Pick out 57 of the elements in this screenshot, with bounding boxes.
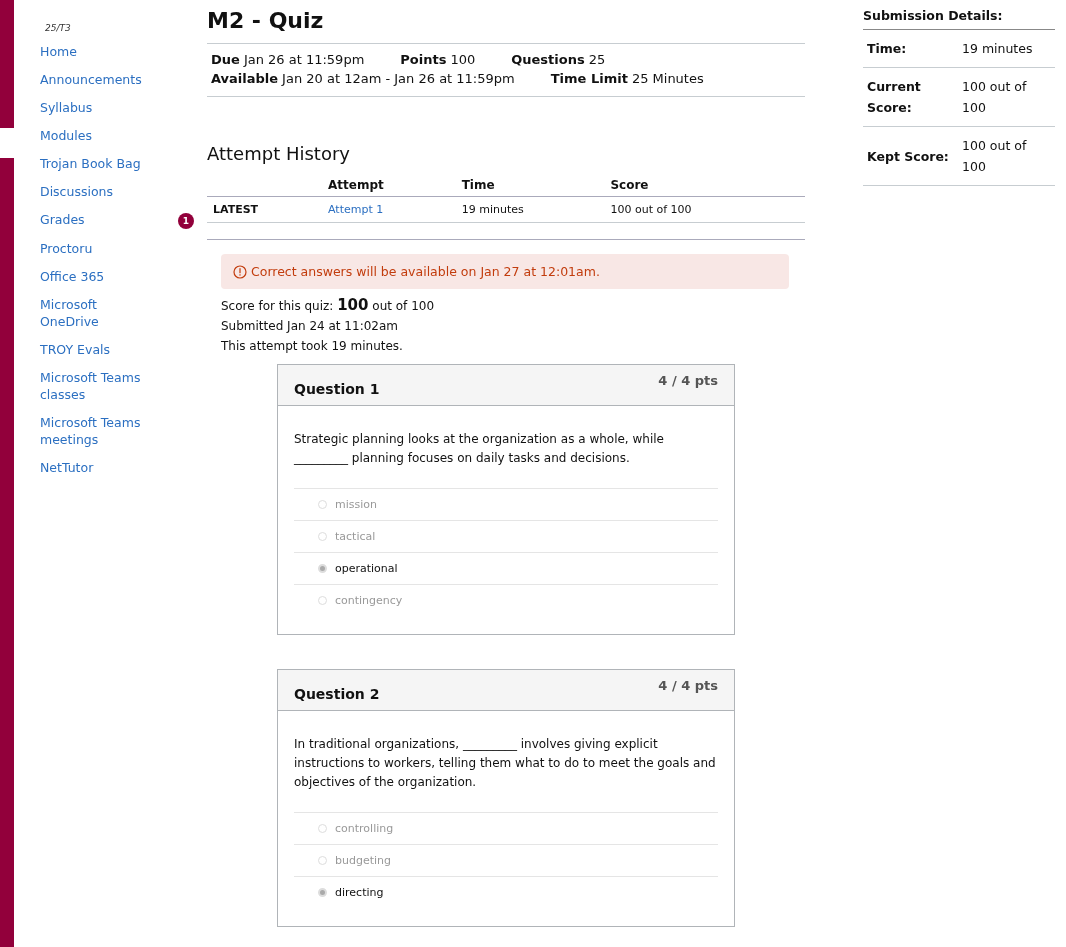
answer-label: mission: [335, 498, 377, 511]
course-nav-link[interactable]: Discussions: [40, 183, 150, 200]
detail-value: 19 minutes: [962, 40, 1034, 58]
course-nav-link[interactable]: Syllabus: [40, 99, 150, 116]
course-nav-link[interactable]: Office 365: [40, 268, 150, 285]
quiz-detail: Points 100: [400, 52, 476, 67]
section-heading: Attempt History: [207, 143, 351, 164]
question-title: Question 1: [294, 381, 380, 397]
notification-badge: 1: [178, 213, 194, 229]
detail-label: Time:: [867, 40, 908, 58]
table-cell: LATEST: [207, 196, 328, 223]
quiz-detail: Available Jan 20 at 12am - Jan 26 at 11:59pm: [211, 71, 515, 86]
answer-label: directing: [335, 886, 384, 899]
column-header: Score: [610, 174, 805, 197]
detail-label: Current Score:: [867, 78, 922, 117]
course-nav-link[interactable]: Modules: [40, 127, 150, 144]
course-nav-link[interactable]: Proctoru: [40, 240, 150, 257]
column-header: Time: [461, 174, 611, 197]
answer-label: contingency: [335, 594, 403, 607]
table-cell: 100 out of 100: [610, 196, 805, 223]
question-points: 4 / 4 pts: [658, 678, 718, 695]
quiz-title: M2 - Quiz: [207, 8, 325, 33]
quiz-detail: Time Limit 25 Minutes: [550, 71, 704, 86]
duration-text: This attempt took 19 minutes.: [221, 338, 404, 355]
quiz-detail: Due Jan 26 at 11:59pm: [211, 52, 365, 67]
question-text: Strategic planning looks at the organization as a whole, while _________ planning focuses on daily tasks and decisions.: [294, 431, 665, 467]
course-nav-link[interactable]: Microsoft Teams meetings: [40, 414, 150, 448]
answer-label: controlling: [335, 822, 394, 835]
answer-label: operational: [335, 562, 398, 575]
table-cell: 19 minutes: [461, 196, 611, 223]
attempt-link[interactable]: Attempt 1: [328, 203, 384, 216]
course-nav-link[interactable]: NetTutor: [40, 459, 150, 476]
course-nav-link[interactable]: Trojan Book Bag: [40, 155, 150, 172]
course-nav-link[interactable]: Grades: [40, 211, 150, 228]
notice-text: Correct answers will be available on Jan 27 at 12:01am.: [251, 264, 600, 279]
score-text: Score for this quiz: 100 out of 100: [221, 295, 436, 316]
column-header: Attempt: [328, 174, 462, 197]
course-nav-link[interactable]: Microsoft Teams classes: [40, 369, 150, 403]
answer-label: budgeting: [335, 854, 391, 867]
course-nav-link[interactable]: Announcements: [40, 71, 150, 88]
radio-button[interactable]: [318, 888, 327, 897]
question-points: 4 / 4 pts: [658, 373, 718, 390]
submitted-text: Submitted Jan 24 at 11:02am: [221, 318, 399, 335]
answer-label: tactical: [335, 530, 376, 543]
course-nav-link[interactable]: TROY Evals: [40, 341, 150, 358]
course-nav-link[interactable]: Home: [40, 43, 150, 60]
radio-button[interactable]: [318, 564, 327, 573]
detail-value: 100 out of 100: [962, 78, 1028, 117]
question-title: Question 2: [294, 686, 380, 702]
quiz-detail: Questions 25: [511, 52, 606, 67]
course-term: 25/T3: [45, 23, 71, 33]
sidebar-heading: Submission Details:: [863, 8, 1055, 30]
question-text: In traditional organizations, _________ involves giving explicit instructions to workers, telling them what to do to meet the goals and objectives of the organization.: [294, 736, 717, 791]
detail-value: 100 out of 100: [962, 137, 1028, 176]
detail-label: Kept Score:: [867, 147, 950, 166]
warning-icon: [233, 264, 247, 279]
course-nav-link[interactable]: Microsoft OneDrive: [40, 296, 150, 330]
